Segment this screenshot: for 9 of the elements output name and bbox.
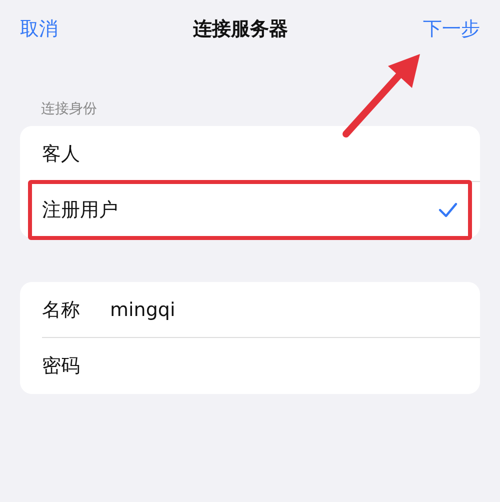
- identity-option[interactable]: 注册用户: [42, 197, 458, 223]
- nav-title: 连接服务器: [193, 17, 288, 42]
- section-label: 连接身份: [41, 100, 98, 118]
- identity-option[interactable]: 客人: [42, 141, 458, 167]
- field-label: 名称: [42, 298, 80, 323]
- field-label: 密码: [42, 354, 80, 379]
- input-field[interactable]: mingqi: [110, 299, 176, 321]
- next-button[interactable]: 下一步: [423, 16, 480, 42]
- cancel-button[interactable]: 取消: [20, 16, 58, 42]
